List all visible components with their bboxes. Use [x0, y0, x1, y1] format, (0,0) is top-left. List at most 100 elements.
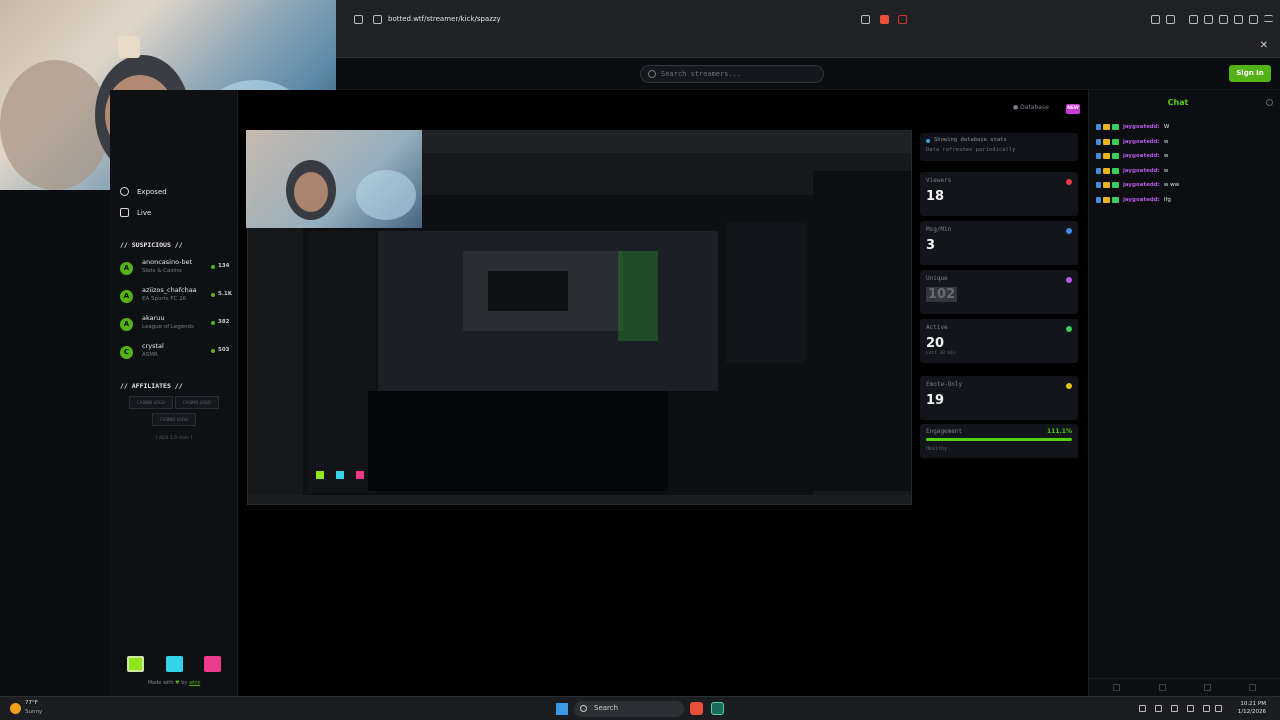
streamer-category: League of Legends — [142, 324, 194, 330]
stat-card-unique: Unique 102 — [920, 270, 1078, 314]
bookmark-icon[interactable] — [354, 15, 363, 24]
engagement-card: Engagement 111.1% Healthy — [920, 424, 1078, 458]
volume-icon[interactable] — [1215, 705, 1222, 712]
avatar: A — [120, 290, 133, 303]
live-dot-icon — [211, 349, 215, 353]
gem-badge-icon — [1112, 124, 1119, 130]
chat-username[interactable]: jaygoatedd: — [1123, 139, 1160, 145]
tray-app-icon[interactable] — [1171, 705, 1178, 712]
affiliate-banner[interactable]: CASINO LOGO — [175, 396, 219, 409]
stat-value: 18 — [926, 189, 945, 204]
brave-browser-icon[interactable] — [690, 702, 703, 715]
weather-temp: 77°F — [25, 700, 38, 706]
clock[interactable]: 10:21 PM 1/12/2026 — [1238, 700, 1266, 716]
brave-shield-icon[interactable] — [880, 15, 889, 24]
engagement-bar — [926, 438, 1072, 441]
taskbar-search[interactable]: Search — [574, 701, 684, 717]
stat-value: 19 — [926, 393, 945, 408]
engagement-status: Healthy — [926, 446, 948, 452]
database-toggle[interactable]: ● Database — [1013, 104, 1049, 111]
affiliate-banner[interactable]: CASINO LOGO — [152, 413, 196, 426]
sidebar-icon[interactable] — [1166, 15, 1175, 24]
author-link[interactable]: whiz — [189, 680, 200, 686]
info-dot-icon — [926, 139, 930, 143]
crown-badge-icon — [1103, 124, 1110, 130]
settings-icon[interactable] — [1204, 684, 1211, 691]
wifi-icon[interactable] — [1203, 705, 1210, 712]
search-input[interactable]: Search streamers... — [640, 65, 824, 83]
chat-title: Chat — [1167, 98, 1189, 107]
stat-value: 20 — [926, 336, 945, 351]
hide-icon[interactable] — [1159, 684, 1166, 691]
tab-search-icon[interactable] — [1219, 15, 1228, 24]
address-bar[interactable]: botted.wtf/streamer/kick/spazzy — [336, 10, 1280, 32]
heart-icon: ♥ — [175, 680, 180, 686]
app-icon[interactable] — [711, 702, 724, 715]
note-line: Showing database stats — [934, 137, 1007, 143]
affiliate-banner[interactable]: CASINO LOGO — [129, 396, 173, 409]
chat-username[interactable]: jaygoatedd: — [1123, 168, 1160, 174]
extensions-icon[interactable] — [1151, 15, 1160, 24]
close-icon[interactable]: ✕ — [1260, 40, 1268, 51]
share-icon[interactable] — [861, 15, 870, 24]
chat-username[interactable]: jaygoatedd: — [1123, 197, 1160, 203]
new-badge: NEW — [1066, 104, 1080, 114]
crown-badge-icon — [1103, 138, 1110, 145]
downloads-icon[interactable] — [1234, 15, 1243, 24]
sidebar-item-exposed[interactable]: Exposed — [120, 187, 167, 196]
media-icon[interactable] — [1189, 15, 1198, 24]
chat-username[interactable]: jaygoatedd: — [1123, 153, 1160, 159]
start-button[interactable] — [556, 703, 568, 715]
streamer-category: EA Sports FC 26 — [142, 296, 187, 302]
sidebar-item-live[interactable]: Live — [120, 208, 151, 217]
crown-badge-icon — [1103, 196, 1110, 203]
list-item[interactable]: C crystal ASMR 503 — [120, 342, 232, 366]
chat-username[interactable]: jaygoatedd: — [1123, 124, 1160, 130]
streamer-category: Slots & Casino — [142, 268, 182, 274]
chevron-up-icon[interactable] — [1123, 705, 1130, 712]
usb-icon[interactable] — [1187, 705, 1194, 712]
search-icon — [648, 70, 656, 78]
stat-label: Msg/Min — [926, 226, 952, 233]
live-dot-icon — [211, 265, 215, 269]
popout-icon[interactable] — [1113, 684, 1120, 691]
site-info-icon[interactable] — [373, 15, 382, 24]
info-icon[interactable] — [1249, 684, 1256, 691]
search-icon — [580, 705, 587, 712]
credit-prefix: Made with — [147, 680, 174, 686]
rewards-icon[interactable] — [898, 15, 907, 24]
chat-message: jaygoatedd: W — [1096, 124, 1169, 130]
smile-icon — [1066, 383, 1072, 389]
stat-value: 102 — [926, 287, 958, 302]
list-item[interactable]: A aziizos_chafchaa EA Sports FC 26 5.1K — [120, 286, 232, 310]
affiliates-heading: // AFFILIATES // — [120, 382, 183, 390]
chat-username[interactable]: jaygoatedd: — [1123, 182, 1160, 188]
streamer-name: akaruu — [142, 314, 165, 322]
sun-icon[interactable] — [10, 703, 21, 714]
chat-message: jaygoatedd: lfg — [1096, 196, 1171, 203]
gem-badge-icon — [1112, 196, 1119, 203]
list-item[interactable]: A anoncasino-bet Slots & Casino 134 — [120, 258, 232, 282]
theme-cyan-swatch[interactable] — [166, 656, 183, 672]
avatar: A — [120, 318, 133, 331]
moderator-badge-icon — [1096, 167, 1101, 174]
url-text[interactable]: botted.wtf/streamer/kick/spazzy — [388, 15, 501, 23]
tray-app-icon[interactable] — [1139, 705, 1146, 712]
chat-panel: Chat jaygoatedd: Wjaygoatedd: w jaygoatedd:… — [1088, 90, 1280, 696]
chat-text: w ww — [1163, 182, 1180, 188]
stat-label: Active — [926, 324, 948, 331]
clock-time: 10:21 PM — [1240, 701, 1266, 707]
reading-list-icon[interactable] — [1204, 15, 1213, 24]
sign-in-button[interactable]: Sign In — [1229, 65, 1271, 82]
theme-pink-swatch[interactable] — [204, 656, 221, 672]
gear-icon[interactable] — [1266, 99, 1273, 106]
wallet-icon[interactable] — [1249, 15, 1258, 24]
theme-green-swatch[interactable] — [127, 656, 144, 672]
stat-label: Unique — [926, 275, 948, 282]
menu-icon[interactable] — [1264, 15, 1273, 22]
gem-badge-icon — [1112, 182, 1119, 188]
list-item[interactable]: A akaruu League of Legends 382 — [120, 314, 232, 338]
tray-app-icon[interactable] — [1155, 705, 1162, 712]
streamer-name: anoncasino-bet — [142, 258, 193, 266]
engagement-value: 111.1% — [1047, 428, 1072, 435]
